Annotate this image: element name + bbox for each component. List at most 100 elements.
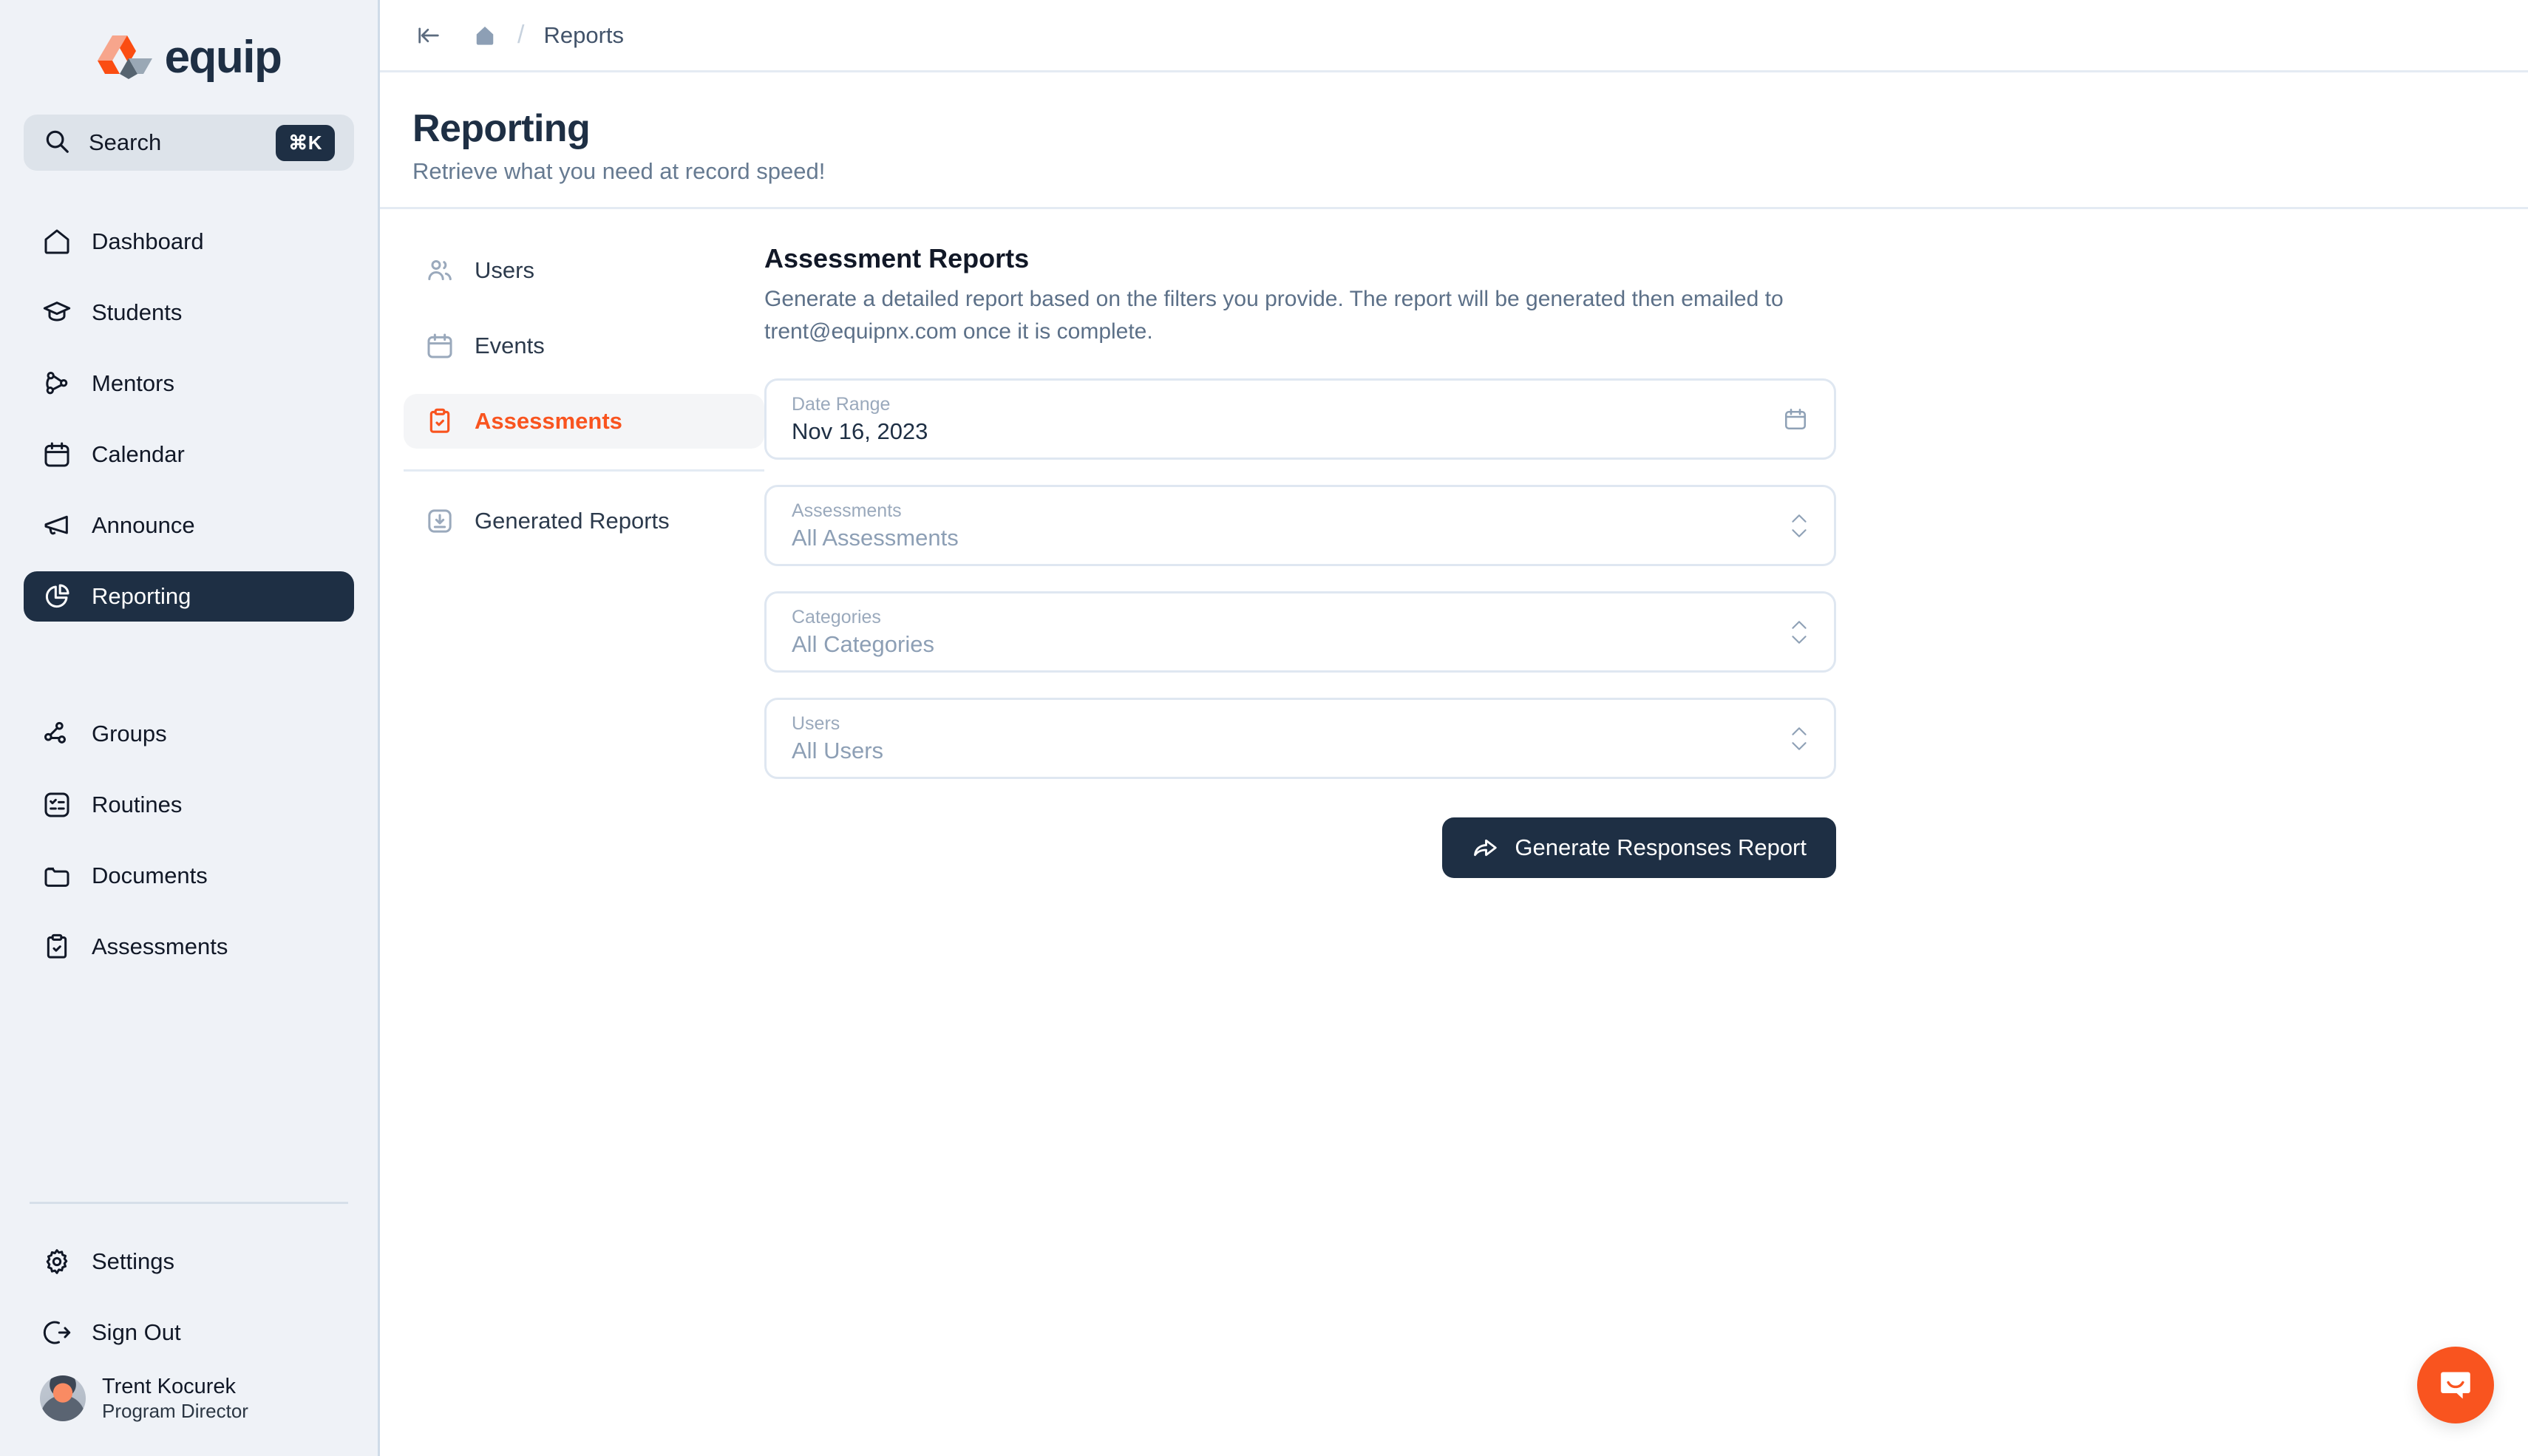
search-shortcut-badge: ⌘K — [276, 125, 335, 161]
sign-out-icon — [41, 1317, 72, 1348]
breadcrumb: / Reports — [380, 0, 2528, 72]
search-placeholder: Search — [89, 129, 258, 156]
sidebar-divider — [30, 1202, 348, 1204]
submit-row: Generate Responses Report — [764, 817, 1836, 878]
calendar-icon[interactable] — [1782, 406, 1809, 432]
sidebar-item-label: Reporting — [92, 583, 191, 610]
avatar — [40, 1375, 86, 1421]
app-root: equip Search ⌘K Dashboard — [0, 0, 2528, 1456]
chevron-updown-icon[interactable] — [1790, 619, 1809, 645]
sidebar-item-label: Groups — [92, 721, 167, 747]
sidebar-item-label: Sign Out — [92, 1319, 181, 1346]
section-nav-item-events[interactable]: Events — [404, 319, 764, 373]
back-arrow-icon[interactable] — [412, 18, 446, 52]
sidebar-item-students[interactable]: Students — [24, 288, 354, 338]
sidebar-footer-navigation: Settings Sign Out — [0, 1236, 378, 1358]
sidebar-item-dashboard[interactable]: Dashboard — [24, 217, 354, 267]
folder-icon — [41, 860, 72, 891]
field-value: Nov 16, 2023 — [792, 418, 928, 445]
primary-navigation: Dashboard Students Mentors Calendar — [0, 217, 378, 972]
users-select[interactable]: Users All Users — [764, 698, 1836, 779]
sidebar-item-mentors[interactable]: Mentors — [24, 358, 354, 409]
page-subtitle: Retrieve what you need at record speed! — [412, 158, 2495, 185]
sidebar-item-groups[interactable]: Groups — [24, 709, 354, 759]
field-value: All Users — [792, 738, 883, 764]
nav-spacer — [0, 622, 378, 709]
sidebar-item-settings[interactable]: Settings — [24, 1236, 354, 1287]
assessments-select[interactable]: Assessments All Assessments — [764, 485, 1836, 566]
section-nav-divider — [404, 469, 764, 472]
sidebar-item-label: Students — [92, 299, 182, 326]
sidebar-item-label: Documents — [92, 863, 208, 889]
calendar-icon — [41, 439, 72, 470]
main-content: / Reports Reporting Retrieve what you ne… — [380, 0, 2528, 1456]
sidebar-item-label: Announce — [92, 512, 195, 539]
section-nav-item-users[interactable]: Users — [404, 243, 764, 298]
generate-responses-report-button[interactable]: Generate Responses Report — [1442, 817, 1836, 878]
user-profile[interactable]: Trent Kocurek Program Director — [24, 1374, 354, 1423]
pie-chart-icon — [41, 581, 72, 612]
profile-role: Program Director — [102, 1400, 248, 1423]
chevron-updown-icon[interactable] — [1790, 726, 1809, 752]
checklist-icon — [41, 789, 72, 820]
page-title: Reporting — [412, 106, 2495, 151]
field-label: Assessments — [792, 500, 959, 522]
panel-title: Assessment Reports — [764, 243, 1836, 274]
calendar-icon — [424, 330, 455, 361]
sidebar-item-label: Settings — [92, 1248, 174, 1275]
brand-logo: equip — [97, 31, 282, 84]
logo-container[interactable]: equip — [0, 0, 378, 115]
sidebar-item-label: Calendar — [92, 441, 185, 468]
equip-logo-icon — [97, 32, 153, 84]
field-value: All Assessments — [792, 525, 959, 551]
categories-select[interactable]: Categories All Categories — [764, 591, 1836, 673]
section-nav-label: Generated Reports — [475, 508, 670, 534]
field-label: Date Range — [792, 394, 928, 415]
clipboard-check-icon — [41, 931, 72, 962]
field-label: Categories — [792, 607, 934, 628]
intercom-launcher-button[interactable] — [2417, 1347, 2494, 1423]
page-header: Reporting Retrieve what you need at reco… — [380, 72, 2528, 209]
sidebar: equip Search ⌘K Dashboard — [0, 0, 380, 1456]
megaphone-icon — [41, 510, 72, 541]
mentors-network-icon — [41, 368, 72, 399]
panel-description: Generate a detailed report based on the … — [764, 283, 1784, 347]
brand-wordmark: equip — [165, 31, 282, 84]
download-box-icon — [424, 506, 455, 537]
sidebar-item-assessments[interactable]: Assessments — [24, 922, 354, 972]
content-row: Users Events Assessments — [380, 209, 2528, 1456]
sidebar-item-label: Dashboard — [92, 228, 204, 255]
sidebar-item-reporting[interactable]: Reporting — [24, 571, 354, 622]
section-nav-item-generated-reports[interactable]: Generated Reports — [404, 494, 764, 548]
date-range-field[interactable]: Date Range Nov 16, 2023 — [764, 378, 1836, 460]
breadcrumb-separator: / — [517, 21, 524, 50]
chat-bubble-smile-icon — [2436, 1365, 2476, 1405]
clipboard-check-icon — [424, 406, 455, 437]
sidebar-item-documents[interactable]: Documents — [24, 851, 354, 901]
gear-icon — [41, 1246, 72, 1277]
field-label: Users — [792, 713, 883, 735]
sidebar-item-label: Assessments — [92, 933, 228, 960]
sidebar-item-announce[interactable]: Announce — [24, 500, 354, 551]
share-arrow-icon — [1472, 834, 1498, 861]
users-icon — [424, 255, 455, 286]
chevron-updown-icon[interactable] — [1790, 513, 1809, 539]
section-nav-label: Users — [475, 257, 534, 284]
section-nav-label: Assessments — [475, 408, 622, 435]
assessment-reports-panel: Assessment Reports Generate a detailed r… — [764, 243, 1917, 1456]
section-nav-item-assessments[interactable]: Assessments — [404, 394, 764, 449]
share-nodes-icon — [41, 718, 72, 749]
sidebar-item-routines[interactable]: Routines — [24, 780, 354, 830]
profile-name: Trent Kocurek — [102, 1374, 248, 1400]
search-icon — [43, 127, 71, 159]
home-breadcrumb-icon[interactable] — [472, 22, 498, 49]
section-nav-label: Events — [475, 333, 545, 359]
breadcrumb-current[interactable]: Reports — [543, 22, 624, 49]
sidebar-item-label: Routines — [92, 792, 182, 818]
button-label: Generate Responses Report — [1515, 834, 1807, 861]
field-value: All Categories — [792, 631, 934, 658]
search-input[interactable]: Search ⌘K — [24, 115, 354, 171]
sidebar-item-sign-out[interactable]: Sign Out — [24, 1307, 354, 1358]
sidebar-item-calendar[interactable]: Calendar — [24, 429, 354, 480]
home-icon — [41, 226, 72, 257]
